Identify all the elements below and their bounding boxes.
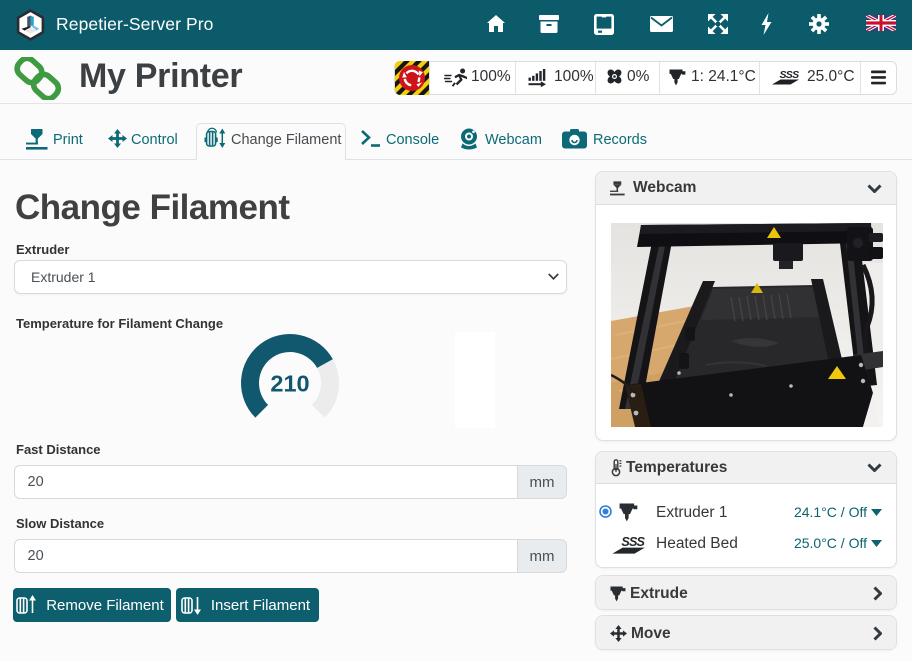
svg-text:SSS: SSS [621, 535, 645, 549]
svg-text:210: 210 [270, 371, 309, 397]
svg-text:SSS: SSS [780, 69, 800, 81]
